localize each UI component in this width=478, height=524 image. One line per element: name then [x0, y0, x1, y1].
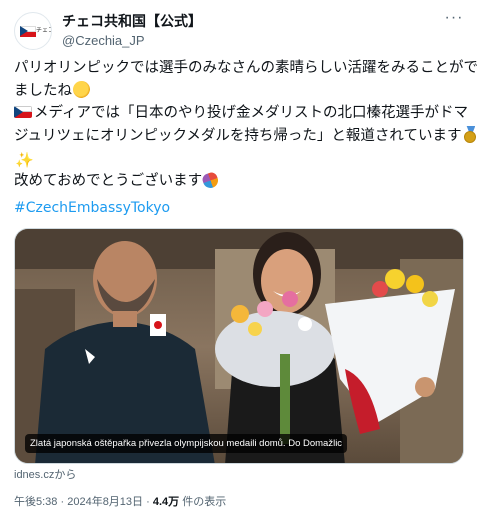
link-source[interactable]: idnes.czから [14, 468, 76, 482]
text-line: パリオリンピックでは選手のみなさんの素晴らしい活躍をみることができ [14, 60, 478, 76]
tweet-header: チェコ共和国 チェコ共和国【公式】 @Czechia_JP ··· [14, 10, 464, 50]
news-photo [15, 229, 463, 463]
meta-separator: · [146, 496, 150, 508]
text-line: メディアでは「日本のやり投げ金メダリストの北口榛花選手がドマ [14, 102, 468, 125]
display-name[interactable]: チェコ共和国【公式】 [62, 14, 202, 30]
views-count: 4.4万 [152, 496, 180, 508]
gold-medal-icon [462, 125, 478, 143]
clapping-hands-icon [73, 80, 90, 98]
more-icon[interactable]: ··· [444, 10, 464, 28]
sparkles-icon: ✨ [15, 151, 34, 169]
media-caption: Zlatá japonská oštěpařka přivezla olympi… [25, 434, 348, 453]
media-card[interactable]: Zlatá japonská oštěpařka přivezla olympi… [14, 228, 464, 464]
tweet-meta: 午後5:38 · 2024年8月13日 · 4.4万 件の表示 [14, 495, 226, 509]
user-handle[interactable]: @Czechia_JP [62, 33, 145, 48]
avatar[interactable]: チェコ共和国 [14, 12, 52, 50]
meta-separator: · [60, 496, 65, 508]
text-line: ジュリツェにオリンピックメダルを持ち帰った」と報道されています [14, 125, 477, 148]
text-line: ましたね [14, 80, 466, 103]
czech-flag-icon [14, 106, 32, 118]
tweet-text: パリオリンピックでは選手のみなさんの素晴らしい活躍をみることができ ましたね メ… [14, 57, 478, 193]
text-line: ✨ [14, 147, 466, 170]
text-line: 改めておめでとうございます [14, 170, 466, 193]
confetti-ball-icon [200, 170, 221, 190]
post-time[interactable]: 午後5:38 [14, 496, 57, 508]
avatar-label: チェコ共和国 [36, 27, 51, 34]
czech-flag-icon [20, 26, 36, 37]
tweet: チェコ共和国 チェコ共和国【公式】 @Czechia_JP ··· パリオリンピ… [0, 0, 478, 524]
views-label: 件の表示 [182, 496, 227, 508]
hashtag-link[interactable]: #CzechEmbassyTokyo [14, 199, 170, 217]
post-date[interactable]: 2024年8月13日 [67, 496, 143, 508]
